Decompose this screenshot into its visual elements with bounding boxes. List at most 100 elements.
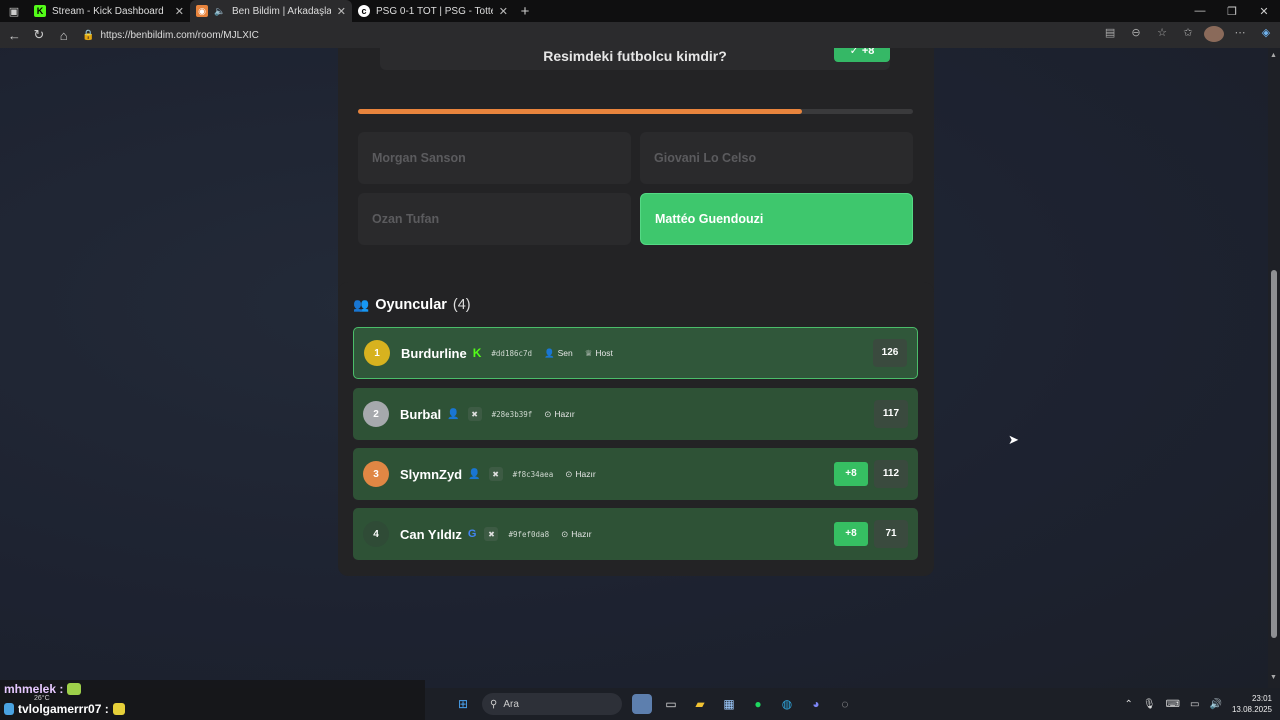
question-points-badge: ✓ +8 <box>834 48 890 62</box>
browser-tab-bar: ▣ K Stream - Kick Dashboard ✕ ◉ 🔈 Ben Bi… <box>0 0 1280 22</box>
speaker-icon[interactable]: 🔈 <box>214 5 226 17</box>
user-icon: 👤 <box>468 468 481 480</box>
player-tag-you: 👤 Sen <box>544 347 573 359</box>
question-panel: Resimdeki futbolcu kimdir? ✓ +8 Morgan S… <box>338 48 934 320</box>
widget-icon[interactable] <box>632 694 652 714</box>
split-screen-icon[interactable]: ▤ <box>1100 26 1120 45</box>
chat-username: mhmelek : <box>4 682 64 696</box>
discord-icon[interactable]: ◕ <box>806 694 826 714</box>
new-tab-icon[interactable]: + <box>514 3 536 20</box>
favorite-star-icon[interactable]: ☆ <box>1152 26 1172 45</box>
kick-icon: K <box>472 346 482 360</box>
spotify-icon[interactable]: ● <box>748 694 768 714</box>
app-icon[interactable]: ◌ <box>835 694 855 714</box>
task-view-icon[interactable]: ▭ <box>661 694 681 714</box>
microphone-icon[interactable]: 🎙 <box>1143 699 1156 710</box>
player-row: 4 Can Yıldız G ✖ #9fef0da8 ⊙ Hazır +8 71 <box>353 508 918 560</box>
edge-icon[interactable]: ◍ <box>777 694 797 714</box>
scroll-down-icon[interactable]: ▼ <box>1270 674 1277 681</box>
chevron-up-icon[interactable]: ⌃ <box>1125 699 1133 710</box>
player-tag-ready: ⊙ Hazır <box>561 528 592 540</box>
back-icon[interactable]: ← <box>4 24 25 46</box>
player-row: 2 Burbal 👤 ✖ #28e3b39f ⊙ Hazır 117 <box>353 388 918 440</box>
window-controls: — ❐ ✕ <box>1184 5 1280 18</box>
taskbar-search[interactable]: ⚲ Ara <box>482 693 622 715</box>
restore-icon[interactable]: ❐ <box>1216 5 1248 18</box>
browser-toolbar: ▤ ⊖ ☆ ✩ ⋯ ◈ <box>1100 25 1276 45</box>
answer-option[interactable]: Giovani Lo Celso <box>640 132 913 184</box>
page-scrollbar[interactable]: ▲ ▼ <box>1268 48 1280 688</box>
player-tag-ready: ⊙ Hazır <box>565 468 596 480</box>
answer-option-correct[interactable]: Mattéo Guendouzi <box>640 193 913 245</box>
address-bar: ← ↻ ⌂ 🔒 https://benbildim.com/room/MJLXI… <box>0 22 1280 48</box>
timer-progress-bar <box>358 109 913 114</box>
player-hash: #28e3b39f <box>491 409 533 419</box>
scrollbar-thumb[interactable] <box>1271 270 1277 638</box>
profile-avatar[interactable] <box>1204 25 1225 45</box>
players-title: Oyuncular <box>375 297 447 313</box>
answer-option[interactable]: Morgan Sanson <box>358 132 631 184</box>
rank-badge: 1 <box>364 340 390 366</box>
answer-option[interactable]: Ozan Tufan <box>358 193 631 245</box>
player-bonus: +8 <box>834 462 868 486</box>
tab-ben-bildim[interactable]: ◉ 🔈 Ben Bildim | Arkadaşlarınla O ✕ <box>190 0 352 22</box>
close-tab-icon[interactable]: ✕ <box>337 5 346 18</box>
player-name: Can Yıldız <box>400 526 462 542</box>
url-field[interactable]: 🔒 https://benbildim.com/room/MJLXIC <box>78 25 1088 45</box>
user-icon: 👤 <box>544 347 555 358</box>
players-header: 👥 Oyuncular (4) <box>353 297 471 313</box>
tab-title: Stream - Kick Dashboard <box>52 5 164 17</box>
crown-icon: ♕ <box>584 347 593 358</box>
player-row: 1 Burdurline K #dd186c7d 👤 Sen ♕ Host 126 <box>353 327 918 379</box>
display-icon[interactable]: ▭ <box>1190 699 1199 710</box>
chat-username: tvlolgamerrr07 : <box>18 702 109 716</box>
tab-title: Ben Bildim | Arkadaşlarınla O <box>232 5 331 17</box>
start-icon[interactable]: ⊞ <box>453 694 473 714</box>
site-info-icon[interactable]: 🔒 <box>82 30 94 41</box>
player-hash: #dd186c7d <box>491 348 533 358</box>
tab-kick-dashboard[interactable]: K Stream - Kick Dashboard ✕ <box>28 0 190 22</box>
copilot-icon[interactable]: ◈ <box>1256 26 1276 45</box>
check-icon: ✓ <box>849 48 859 57</box>
kick-player-icon[interactable]: ✖ <box>467 407 482 421</box>
system-tray: ⌃ 🎙 ⌨ ▭ 🔊 23:01 13.08.2025 <box>1125 693 1280 715</box>
player-score: 71 <box>874 520 908 548</box>
volume-icon[interactable]: 🔊 <box>1210 699 1222 710</box>
player-name: Burdurline <box>401 345 467 361</box>
player-score: 117 <box>874 400 908 428</box>
answer-option-label: Mattéo Guendouzi <box>655 212 764 226</box>
players-panel: 👥 Oyuncular (4) 1 Burdurline K #dd186c7d… <box>338 282 934 576</box>
google-icon: G <box>467 528 477 540</box>
keyboard-icon[interactable]: ⌨ <box>1166 699 1180 710</box>
tab-actions-menu-icon[interactable]: ▣ <box>0 0 28 22</box>
chat-weather: 26°C <box>34 695 50 702</box>
url-text: https://benbildim.com/room/MJLXIC <box>100 29 259 41</box>
rank-badge: 2 <box>363 401 389 427</box>
frog-emote-icon <box>67 683 82 695</box>
clock[interactable]: 23:01 13.08.2025 <box>1232 693 1272 715</box>
check-circle-icon: ⊙ <box>544 408 552 419</box>
close-window-icon[interactable]: ✕ <box>1248 5 1280 18</box>
minimize-icon[interactable]: — <box>1184 5 1216 18</box>
refresh-icon[interactable]: ↻ <box>29 24 50 46</box>
question-text: Resimdeki futbolcu kimdir? <box>543 48 727 64</box>
kick-player-icon[interactable]: ✖ <box>484 527 499 541</box>
player-score: 126 <box>873 339 907 367</box>
close-tab-icon[interactable]: ✕ <box>175 5 184 18</box>
player-tag-host: ♕ Host <box>584 347 613 359</box>
favorites-icon[interactable]: ✩ <box>1178 26 1198 45</box>
page-content: Resimdeki futbolcu kimdir? ✓ +8 Morgan S… <box>0 48 1268 688</box>
kick-player-icon[interactable]: ✖ <box>488 467 503 481</box>
answer-option-label: Giovani Lo Celso <box>654 151 757 165</box>
home-icon[interactable]: ⌂ <box>53 24 74 46</box>
question-points-value: +8 <box>861 48 875 57</box>
file-explorer-icon[interactable]: ▰ <box>690 694 710 714</box>
reading-mode-icon[interactable]: ⊖ <box>1126 26 1146 45</box>
scroll-up-icon[interactable]: ▲ <box>1270 52 1277 59</box>
more-menu-icon[interactable]: ⋯ <box>1230 26 1250 45</box>
stream-chat-overlay: mhmelek : 26°C tvlolgamerrr07 : <box>0 680 425 720</box>
mouse-cursor-icon: ➤ <box>1008 432 1019 447</box>
close-tab-icon[interactable]: ✕ <box>499 5 508 18</box>
tab-psg-tottenham[interactable]: c PSG 0-1 TOT | PSG - Tottenham | ✕ <box>352 0 514 22</box>
store-icon[interactable]: ▦ <box>719 694 739 714</box>
